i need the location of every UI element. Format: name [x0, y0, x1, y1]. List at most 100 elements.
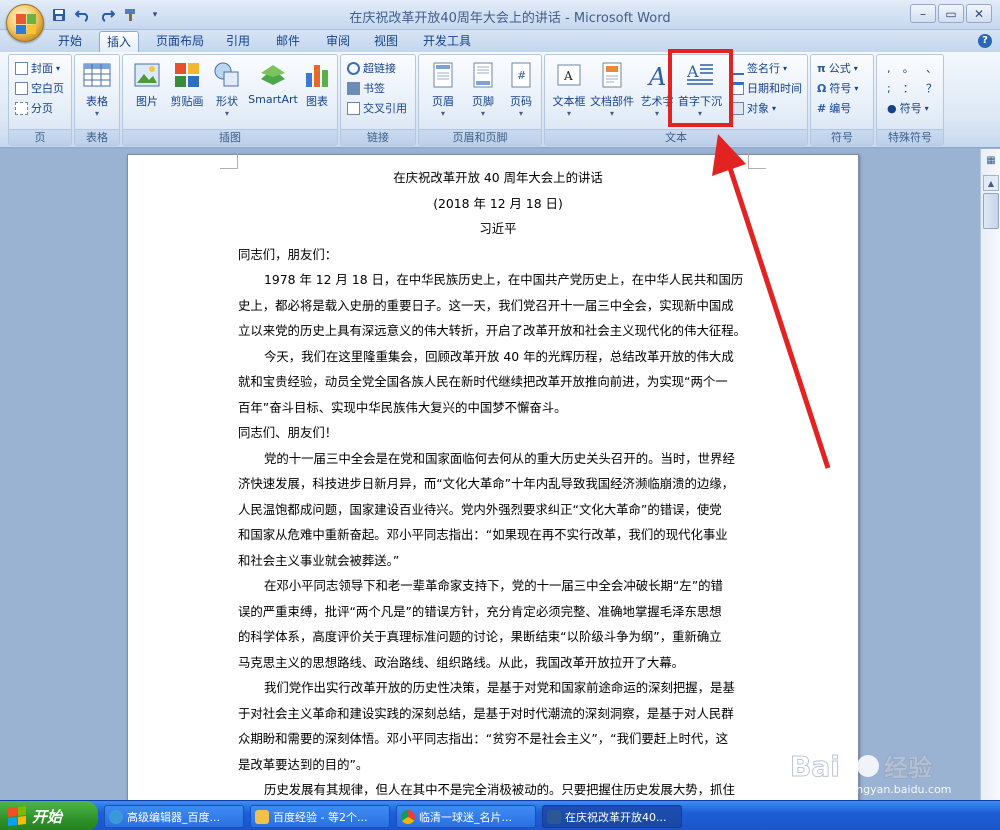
- page-number-icon: #: [507, 61, 535, 89]
- document-body[interactable]: 在庆祝改革开放 40 周年大会上的讲话 (2018 年 12 月 18 日) 习…: [238, 165, 758, 800]
- group-label-pages: 页: [9, 129, 71, 145]
- ruler-toggle-icon[interactable]: ▦: [984, 155, 998, 169]
- comma-symbol-button[interactable]: ,: [887, 59, 891, 78]
- taskbar-item-folder[interactable]: 百度经验 - 等2个...: [250, 805, 390, 828]
- cover-page-button[interactable]: 封面 ▾: [15, 59, 60, 78]
- textbox-icon: A: [555, 61, 583, 89]
- tab-view[interactable]: 视图: [366, 31, 406, 52]
- qat-customize-icon[interactable]: ▾: [146, 6, 164, 24]
- close-icon[interactable]: ✕: [966, 4, 992, 23]
- svg-text:Bai: Bai: [790, 750, 840, 783]
- tab-review[interactable]: 审阅: [318, 31, 358, 52]
- textbox-button[interactable]: A 文本框 ▾: [549, 61, 589, 119]
- picture-icon: [133, 61, 161, 89]
- cross-reference-button[interactable]: 交叉引用: [347, 99, 407, 118]
- format-painter-icon[interactable]: [122, 6, 140, 24]
- document-area[interactable]: 在庆祝改革开放 40 周年大会上的讲话 (2018 年 12 月 18 日) 习…: [0, 149, 980, 800]
- doc-line: 同志们、朋友们！: [238, 425, 338, 440]
- doc-line: 和国家从危难中重新奋起。邓小平同志指出：“如果现在再不实行改革，我们的现代化事业: [238, 527, 728, 542]
- windows-flag-icon: [8, 806, 26, 826]
- equation-button[interactable]: π 公式 ▾: [817, 59, 858, 78]
- tab-page-layout[interactable]: 页面布局: [150, 31, 210, 52]
- help-icon[interactable]: ?: [978, 34, 992, 48]
- minimize-icon[interactable]: –: [910, 4, 936, 23]
- tab-insert[interactable]: 插入: [99, 31, 139, 52]
- tab-home[interactable]: 开始: [50, 31, 90, 52]
- group-symbols: π 公式 ▾ Ω 符号 ▾ # 编号 符号: [810, 54, 874, 146]
- taskbar-item-word[interactable]: 在庆祝改革开放40...: [542, 805, 682, 828]
- start-button[interactable]: 开始: [0, 801, 98, 830]
- doc-line: 于对社会主义革命和建设实践的深刻总结，是基于对时代潮流的深刻洞察，是基于对人民群: [238, 705, 734, 721]
- numbering-button[interactable]: # 编号: [817, 99, 851, 118]
- hyperlink-button[interactable]: 超链接: [347, 59, 396, 78]
- semicolon-symbol-button[interactable]: ;: [887, 79, 891, 98]
- table-button[interactable]: 表格 ▾: [77, 61, 117, 119]
- blank-page-icon: [15, 82, 28, 95]
- bookmark-button[interactable]: 书签: [347, 79, 385, 98]
- tab-references[interactable]: 引用: [218, 31, 258, 52]
- shapes-icon: [213, 61, 241, 89]
- document-page[interactable]: 在庆祝改革开放 40 周年大会上的讲话 (2018 年 12 月 18 日) 习…: [127, 151, 859, 800]
- blank-page-button[interactable]: 空白页: [15, 79, 64, 98]
- undo-icon[interactable]: [74, 6, 92, 24]
- page-break-icon: [15, 102, 28, 115]
- period-symbol-button[interactable]: 。: [903, 59, 914, 78]
- vertical-scrollbar[interactable]: ▦ ▲: [980, 149, 1000, 800]
- tab-mailings[interactable]: 邮件: [268, 31, 308, 52]
- svg-text:A: A: [563, 69, 573, 83]
- save-icon[interactable]: [50, 6, 68, 24]
- scroll-thumb[interactable]: [983, 193, 999, 229]
- special-symbol-button[interactable]: ● 符号 ▾: [887, 99, 929, 118]
- header-icon: [429, 61, 457, 89]
- svg-text:经验: 经验: [884, 754, 932, 782]
- ribbon: 封面 ▾ 空白页 分页 页 表格 ▾ 表格 图片 剪贴画 形状 ▾ SmartA…: [0, 52, 1000, 148]
- chrome-icon: [401, 810, 415, 824]
- doc-line: 就和宝贵经验，动员全党全国各族人民在新时代继续把改革开放推向前进，为实现“两个一: [238, 374, 728, 389]
- ie-icon: [109, 810, 123, 824]
- quick-parts-button[interactable]: 文档部件 ▾: [589, 61, 635, 119]
- footer-button[interactable]: 页脚 ▾: [463, 61, 503, 119]
- scroll-up-button[interactable]: ▲: [983, 175, 999, 191]
- enum-comma-symbol-button[interactable]: 、: [926, 59, 937, 78]
- doc-line: 今天，我们在这里隆重集会，回顾改革开放 40 年的光辉历程，总结改革开放的伟大成: [264, 348, 734, 364]
- header-button[interactable]: 页眉 ▾: [423, 61, 463, 119]
- office-button[interactable]: [6, 4, 44, 42]
- group-label-table: 表格: [75, 129, 119, 145]
- cover-page-icon: [15, 62, 28, 75]
- doc-line: 是改革要达到的目的”。: [238, 756, 369, 772]
- tab-developer[interactable]: 开发工具: [416, 31, 478, 52]
- doc-date: (2018 年 12 月 18 日): [433, 195, 563, 211]
- page-break-button[interactable]: 分页: [15, 99, 53, 118]
- folder-icon: [255, 810, 269, 824]
- picture-button[interactable]: 图片: [127, 61, 167, 109]
- date-time-button[interactable]: 日期和时间: [731, 79, 802, 98]
- group-label-special-symbols: 特殊符号: [877, 129, 943, 145]
- doc-line: 的科学体系，高度评价关于真理标准问题的讨论，果断结束“以阶级斗争为纲”，重新确立: [238, 629, 722, 644]
- taskbar-item-ie[interactable]: 高级编辑器_百度...: [104, 805, 244, 828]
- special-symbols-row-1: , 。 、: [887, 59, 937, 78]
- svg-text:A: A: [647, 63, 666, 89]
- object-button[interactable]: 对象 ▾: [731, 99, 776, 118]
- signature-line-button[interactable]: 签名行 ▾: [731, 59, 787, 78]
- shapes-button[interactable]: 形状 ▾: [207, 61, 247, 119]
- omega-icon: Ω: [817, 82, 827, 95]
- chart-button[interactable]: 图表: [297, 61, 337, 109]
- footer-icon: [469, 61, 497, 89]
- colon-symbol-button[interactable]: ：: [903, 79, 914, 98]
- symbol-button[interactable]: Ω 符号 ▾: [817, 79, 858, 98]
- smartart-button[interactable]: SmartArt: [247, 61, 299, 106]
- table-icon: [83, 61, 111, 89]
- group-label-symbols: 符号: [811, 129, 873, 145]
- chart-icon: [303, 61, 331, 89]
- special-symbols-row-2: ; ： ？: [887, 79, 937, 98]
- maximize-icon[interactable]: ▭: [938, 4, 964, 23]
- page-number-button[interactable]: # 页码 ▾: [501, 61, 541, 119]
- smartart-icon: [259, 61, 287, 89]
- svg-text:#: #: [517, 69, 526, 82]
- svg-text:jingyan.baidu.com: jingyan.baidu.com: [849, 783, 952, 796]
- redo-icon[interactable]: [98, 6, 116, 24]
- taskbar-item-chrome[interactable]: 临清一球迷_名片...: [396, 805, 536, 828]
- clipart-button[interactable]: 剪贴画: [167, 61, 207, 109]
- question-symbol-button[interactable]: ？: [926, 79, 937, 98]
- doc-line: 人民温饱都成问题，国家建设百业待兴。党内外强烈要求纠正“文化大革命”的错误，使党: [238, 501, 722, 517]
